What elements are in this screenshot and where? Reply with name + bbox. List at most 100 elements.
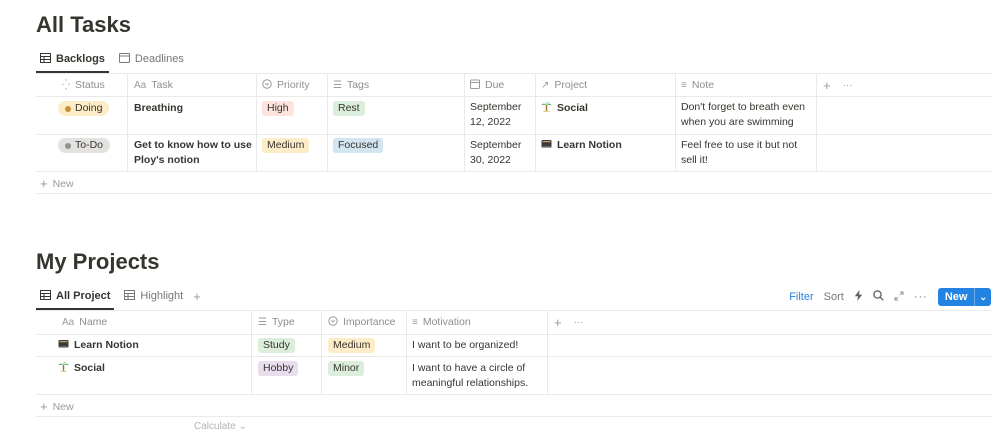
project-name[interactable]: Social — [58, 361, 105, 376]
project-link[interactable]: Social — [541, 101, 588, 116]
automation-bolt-icon[interactable] — [854, 290, 863, 304]
column-header-project-label: Project — [554, 79, 588, 91]
date-property-icon — [470, 79, 480, 92]
text-lines-icon: ≡ — [681, 79, 687, 91]
add-property-icon[interactable]: + — [554, 315, 562, 330]
note-cell[interactable]: Don't forget to breath even when you are… — [681, 100, 805, 130]
importance-cell[interactable]: Medium — [328, 338, 376, 353]
projects-new-row-button[interactable]: + New — [40, 399, 74, 414]
more-options-icon[interactable]: ··· — [843, 80, 853, 91]
type-cell[interactable]: Hobby — [258, 361, 299, 376]
column-header-type[interactable]: ☰ Type — [258, 314, 295, 330]
new-button-label: New — [944, 291, 968, 303]
note-line: Feel free to use it but not — [681, 139, 798, 151]
motivation-cell[interactable]: I want to have a circle of meaningful re… — [412, 361, 528, 391]
column-header-note[interactable]: ≡ Note — [681, 77, 714, 93]
column-header-note-label: Note — [691, 79, 715, 91]
calendar-icon — [118, 52, 130, 66]
notebook-icon — [541, 138, 552, 149]
due-date-line: 12, 2022 — [470, 116, 511, 128]
table-row-status[interactable]: Doing — [58, 101, 110, 117]
priority-cell[interactable]: Medium — [262, 138, 310, 153]
table-icon — [124, 289, 136, 303]
priority-cell[interactable]: High — [262, 101, 294, 116]
status-label: Doing — [75, 102, 103, 114]
column-header-type-label: Type — [271, 316, 295, 328]
new-button[interactable]: New ⌄ — [937, 288, 991, 306]
tab-backlogs[interactable]: Backlogs — [36, 48, 109, 73]
tags-cell[interactable]: Focused — [333, 138, 384, 153]
column-header-task-label: Task — [151, 79, 173, 91]
filter-button[interactable]: Filter — [789, 291, 813, 303]
due-date-line: September — [470, 139, 522, 151]
column-header-name[interactable]: Aa Name — [62, 314, 107, 330]
plus-icon: + — [40, 399, 48, 414]
tab-all-project-label: All Project — [56, 290, 111, 302]
column-header-due[interactable]: Due — [470, 77, 504, 93]
tab-highlight[interactable]: Highlight — [120, 285, 187, 307]
calculate-button[interactable]: Calculate ⌄ — [194, 421, 247, 429]
task-name[interactable]: Get to know how to use Ploy's notion — [134, 138, 252, 168]
type-cell[interactable]: Study — [258, 338, 295, 353]
tag-badge: Focused — [333, 138, 384, 153]
text-lines-icon: ≡ — [412, 316, 418, 328]
column-header-importance[interactable]: Importance — [328, 314, 396, 330]
select-property-icon — [262, 78, 272, 92]
more-options-icon[interactable]: ··· — [574, 317, 584, 328]
status-label: To-Do — [75, 139, 104, 151]
search-icon[interactable] — [873, 290, 884, 304]
task-name[interactable]: Breathing — [134, 101, 183, 116]
tab-deadlines[interactable]: Deadlines — [115, 48, 188, 70]
new-row-label: New — [52, 400, 74, 413]
project-name-label: Learn Notion — [74, 339, 139, 351]
column-header-name-label: Name — [79, 316, 108, 328]
due-cell[interactable]: September 30, 2022 — [470, 138, 521, 168]
project-name[interactable]: Learn Notion — [58, 338, 139, 353]
column-header-priority[interactable]: Priority — [262, 77, 310, 93]
motivation-line: I want to be organized! — [412, 339, 519, 351]
multi-select-icon: ☰ — [258, 316, 267, 328]
importance-cell[interactable]: Minor — [328, 361, 365, 376]
new-row-label: New — [52, 177, 74, 190]
due-cell[interactable]: September 12, 2022 — [470, 100, 521, 130]
palm-tree-icon — [541, 101, 552, 112]
expand-icon[interactable] — [894, 290, 904, 304]
project-link[interactable]: Learn Notion — [541, 138, 622, 153]
note-line: Don't forget to breath even — [681, 101, 806, 113]
motivation-cell[interactable]: I want to be organized! — [412, 338, 518, 353]
plus-icon: + — [40, 176, 48, 191]
tab-all-project[interactable]: All Project — [36, 285, 115, 310]
tab-highlight-label: Highlight — [140, 290, 184, 302]
column-header-status[interactable]: ⁛ Status — [62, 77, 105, 93]
projects-view-tabs: All Project Highlight + — [36, 285, 201, 310]
multi-select-icon: ☰ — [333, 79, 342, 91]
relation-arrow-icon: ↗ — [541, 79, 550, 91]
table-row-status[interactable]: To-Do — [58, 138, 111, 154]
motivation-line: meaningful relationships. — [412, 377, 529, 389]
type-badge: Hobby — [258, 361, 299, 376]
tasks-new-row-button[interactable]: + New — [40, 176, 74, 191]
project-link-label: Learn Notion — [557, 139, 622, 151]
more-options-icon[interactable]: ··· — [914, 291, 928, 303]
column-header-project[interactable]: ↗ Project — [541, 77, 587, 93]
column-header-tags[interactable]: ☰ Tags — [333, 77, 369, 93]
palm-tree-icon — [58, 361, 69, 372]
note-cell[interactable]: Feel free to use it but not sell it! — [681, 138, 797, 168]
note-line: sell it! — [681, 154, 708, 166]
table-icon — [40, 289, 51, 303]
chevron-down-icon[interactable]: ⌄ — [974, 288, 991, 306]
type-badge: Study — [258, 338, 295, 353]
projects-toolbar: Filter Sort ··· New ⌄ — [789, 288, 991, 306]
add-view-icon[interactable]: + — [193, 289, 201, 304]
importance-badge: Medium — [328, 338, 376, 353]
select-property-icon — [328, 315, 338, 329]
add-property-icon[interactable]: + — [823, 78, 831, 93]
sort-button[interactable]: Sort — [824, 291, 844, 303]
column-header-motivation[interactable]: ≡ Motivation — [412, 314, 471, 330]
tags-cell[interactable]: Rest — [333, 101, 365, 116]
due-date-line: September — [470, 101, 522, 113]
calculate-label: Calculate — [194, 421, 236, 429]
column-header-importance-label: Importance — [343, 316, 396, 328]
column-header-task[interactable]: Aa Task — [134, 77, 173, 93]
column-header-due-label: Due — [485, 79, 505, 91]
